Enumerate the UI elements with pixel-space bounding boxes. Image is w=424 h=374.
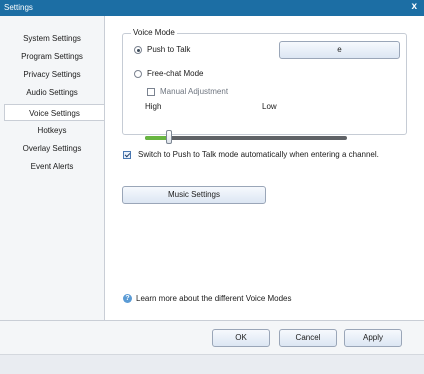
voice-mode-group-title: Voice Mode	[131, 28, 177, 37]
free-chat-mode-radio[interactable]	[134, 70, 142, 78]
status-bar	[0, 354, 424, 374]
push-to-talk-label[interactable]: Push to Talk	[147, 45, 190, 54]
voice-activation-slider-track[interactable]	[145, 136, 347, 140]
learn-more-voice-modes-link[interactable]: Learn more about the different Voice Mod…	[136, 294, 292, 303]
sidebar-item-overlay-settings[interactable]: Overlay Settings	[0, 140, 104, 157]
music-settings-button[interactable]: Music Settings	[122, 186, 266, 204]
manual-adjustment-checkbox[interactable]	[147, 88, 155, 96]
sidebar: System Settings Program Settings Privacy…	[0, 16, 104, 320]
cancel-button[interactable]: Cancel	[279, 329, 337, 347]
sidebar-item-audio-settings[interactable]: Audio Settings	[0, 84, 104, 101]
apply-button[interactable]: Apply	[344, 329, 402, 347]
manual-adjustment-label[interactable]: Manual Adjustment	[160, 87, 228, 96]
title-bar: Settings x	[0, 0, 424, 16]
auto-push-to-talk-checkbox[interactable]	[123, 151, 131, 159]
window-title: Settings	[4, 3, 33, 12]
voice-settings-panel: Voice Mode Push to Talk e Free-chat Mode…	[104, 16, 424, 320]
sidebar-item-hotkeys[interactable]: Hotkeys	[0, 122, 104, 139]
sidebar-item-program-settings[interactable]: Program Settings	[0, 48, 104, 65]
info-icon: ?	[123, 294, 132, 303]
dialog-footer: OK Cancel Apply	[0, 320, 424, 354]
settings-window: System Settings Program Settings Privacy…	[0, 16, 424, 374]
push-to-talk-hotkey-button[interactable]: e	[279, 41, 400, 59]
free-chat-mode-label[interactable]: Free-chat Mode	[147, 69, 203, 78]
slider-low-label: Low	[262, 102, 277, 111]
slider-high-label: High	[145, 102, 162, 111]
close-icon[interactable]: x	[411, 1, 417, 12]
sidebar-item-system-settings[interactable]: System Settings	[0, 30, 104, 47]
ok-button[interactable]: OK	[212, 329, 270, 347]
sidebar-item-voice-settings[interactable]: Voice Settings	[4, 104, 104, 121]
sidebar-item-privacy-settings[interactable]: Privacy Settings	[0, 66, 104, 83]
auto-push-to-talk-label[interactable]: Switch to Push to Talk mode automaticall…	[138, 150, 379, 159]
sidebar-item-event-alerts[interactable]: Event Alerts	[0, 158, 104, 175]
push-to-talk-radio[interactable]	[134, 46, 142, 54]
voice-activation-slider-thumb[interactable]	[166, 130, 173, 144]
